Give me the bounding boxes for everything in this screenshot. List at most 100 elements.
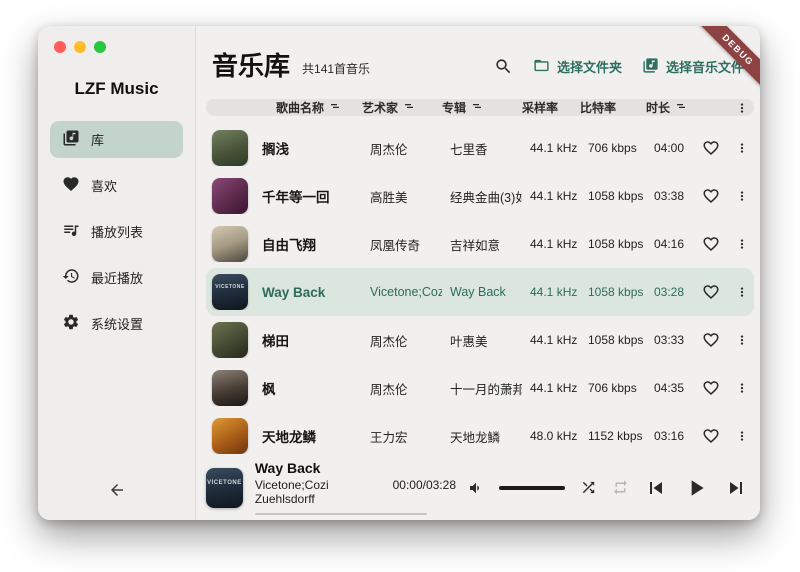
song-count: 共141首音乐 <box>302 60 370 77</box>
album-art <box>212 130 248 166</box>
shuffle-button[interactable] <box>580 479 597 496</box>
row-more-button[interactable] <box>730 333 754 347</box>
player-artist: Vicetone;Cozi Zuehlsdorff <box>255 478 375 506</box>
sidebar-item-settings[interactable]: 系统设置 <box>50 305 183 342</box>
player-time: 00:00/03:28 <box>393 478 456 506</box>
song-artist: 王力宏 <box>362 427 442 446</box>
minimize-window-button[interactable] <box>74 41 86 53</box>
song-bitrate: 1058 kbps <box>580 333 646 347</box>
song-album: 吉祥如意 <box>442 235 522 254</box>
song-album: 天地龙鳞 <box>442 427 522 446</box>
song-artist: 高胜美 <box>362 187 442 206</box>
song-title: 枫 <box>254 378 362 398</box>
song-title: 自由飞翔 <box>254 234 362 254</box>
song-title: 梯田 <box>254 330 362 350</box>
song-title: 天地龙鳞 <box>254 426 362 446</box>
song-album: 七里香 <box>442 139 522 158</box>
app-window: LZF Music 库 喜欢 播放列表 <box>38 26 760 520</box>
song-duration: 03:33 <box>646 333 692 347</box>
table-row[interactable]: 天地龙鳞 王力宏 天地龙鳞 48.0 kHz 1152 kbps 03:16 <box>206 412 754 460</box>
collapse-sidebar-button[interactable] <box>38 481 195 504</box>
favorite-button[interactable] <box>692 427 730 445</box>
song-sample-rate: 44.1 kHz <box>522 285 580 299</box>
table-options-button[interactable] <box>730 101 754 115</box>
row-more-button[interactable] <box>730 141 754 155</box>
sidebar-item-playlists[interactable]: 播放列表 <box>50 213 183 250</box>
sidebar-item-favorites[interactable]: 喜欢 <box>50 167 183 204</box>
library-icon <box>62 129 80 150</box>
progress-bar[interactable] <box>255 513 427 515</box>
favorite-button[interactable] <box>692 187 730 205</box>
search-button[interactable] <box>494 57 513 76</box>
sort-icon <box>403 100 415 115</box>
column-sample-rate[interactable]: 采样率 <box>522 99 580 116</box>
song-album: 叶惠美 <box>442 331 522 350</box>
back-arrow-icon <box>108 481 126 504</box>
favorite-button[interactable] <box>692 379 730 397</box>
sidebar-item-recent[interactable]: 最近播放 <box>50 259 183 296</box>
song-sample-rate: 44.1 kHz <box>522 237 580 251</box>
sort-icon <box>471 100 483 115</box>
song-sample-rate: 48.0 kHz <box>522 429 580 443</box>
sidebar-item-label: 系统设置 <box>91 314 143 333</box>
sidebar-item-library[interactable]: 库 <box>50 121 183 158</box>
song-duration: 03:38 <box>646 189 692 203</box>
column-title[interactable]: 歌曲名称 <box>206 99 362 116</box>
column-album[interactable]: 专辑 <box>442 99 522 116</box>
player-bar: VICETONE Way Back Vicetone;Cozi Zuehlsdo… <box>196 460 760 520</box>
row-more-button[interactable] <box>730 285 754 299</box>
volume-slider[interactable] <box>499 486 565 490</box>
album-art <box>212 370 248 406</box>
song-sample-rate: 44.1 kHz <box>522 333 580 347</box>
song-title: 搁浅 <box>254 138 362 158</box>
choose-folder-button[interactable]: 选择文件夹 <box>533 57 622 77</box>
column-artist[interactable]: 艺术家 <box>362 99 442 116</box>
page-title: 音乐库 <box>212 46 290 83</box>
sidebar-item-label: 播放列表 <box>91 222 143 241</box>
close-window-button[interactable] <box>54 41 66 53</box>
favorite-button[interactable] <box>692 331 730 349</box>
favorite-button[interactable] <box>692 235 730 253</box>
sidebar: LZF Music 库 喜欢 播放列表 <box>38 26 196 520</box>
song-list: 搁浅 周杰伦 七里香 44.1 kHz 706 kbps 04:00 千年等一回… <box>196 116 760 460</box>
song-artist: Vicetone;Cozi Zu... <box>362 285 442 299</box>
row-more-button[interactable] <box>730 381 754 395</box>
play-button[interactable] <box>683 475 709 501</box>
album-art <box>212 178 248 214</box>
choose-music-label: 选择音乐文件 <box>666 57 744 76</box>
table-row[interactable]: 枫 周杰伦 十一月的萧邦 44.1 kHz 706 kbps 04:35 <box>206 364 754 412</box>
table-row-selected[interactable]: VICETONE Way Back Vicetone;Cozi Zu... Wa… <box>206 268 754 316</box>
table-row[interactable]: 自由飞翔 凤凰传奇 吉祥如意 44.1 kHz 1058 kbps 04:16 <box>206 220 754 268</box>
song-artist: 周杰伦 <box>362 379 442 398</box>
window-controls <box>38 26 195 53</box>
volume-icon[interactable] <box>468 480 484 496</box>
row-more-button[interactable] <box>730 189 754 203</box>
previous-track-button[interactable] <box>644 476 668 500</box>
choose-music-files-button[interactable]: 选择音乐文件 <box>642 57 744 77</box>
music-file-icon <box>642 57 659 77</box>
next-track-button[interactable] <box>724 476 748 500</box>
album-art: VICETONE <box>212 274 248 310</box>
table-row[interactable]: 搁浅 周杰伦 七里香 44.1 kHz 706 kbps 04:00 <box>206 124 754 172</box>
song-sample-rate: 44.1 kHz <box>522 141 580 155</box>
album-art <box>212 418 248 454</box>
settings-icon <box>62 313 80 334</box>
history-icon <box>62 267 80 288</box>
sidebar-item-label: 最近播放 <box>91 268 143 287</box>
table-row[interactable]: 千年等一回 高胜美 经典金曲(3)如果... 44.1 kHz 1058 kbp… <box>206 172 754 220</box>
column-duration[interactable]: 时长 <box>646 99 692 116</box>
song-title: 千年等一回 <box>254 186 362 206</box>
favorite-button[interactable] <box>692 283 730 301</box>
favorite-button[interactable] <box>692 139 730 157</box>
zoom-window-button[interactable] <box>94 41 106 53</box>
column-bitrate[interactable]: 比特率 <box>580 99 646 116</box>
row-more-button[interactable] <box>730 237 754 251</box>
song-bitrate: 1058 kbps <box>580 237 646 251</box>
sidebar-nav: 库 喜欢 播放列表 最近播放 <box>38 121 195 342</box>
repeat-button[interactable] <box>612 479 629 496</box>
sidebar-item-label: 库 <box>91 130 104 149</box>
table-row[interactable]: 梯田 周杰伦 叶惠美 44.1 kHz 1058 kbps 03:33 <box>206 316 754 364</box>
row-more-button[interactable] <box>730 429 754 443</box>
song-duration: 04:35 <box>646 381 692 395</box>
song-artist: 凤凰传奇 <box>362 235 442 254</box>
